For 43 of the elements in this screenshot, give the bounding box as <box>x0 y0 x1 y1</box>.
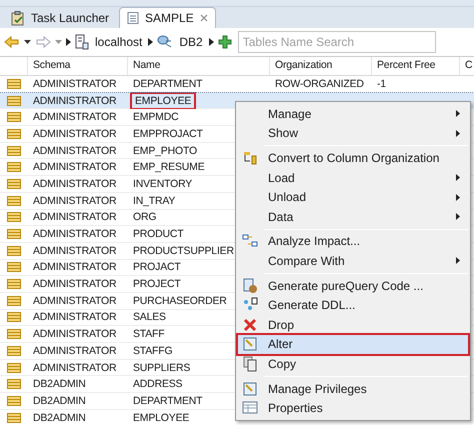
table-cell: DB2ADMIN <box>33 410 86 425</box>
table-cell: EMPPROJACT <box>133 126 203 141</box>
table-cell: ADMINISTRATOR <box>33 76 116 91</box>
table-cell: ADMINISTRATOR <box>33 260 116 274</box>
table-cell: ADDRESS <box>133 377 182 392</box>
table-cell: ADMINISTRATOR <box>33 244 116 258</box>
table-cell: EMPLOYEE <box>133 410 190 425</box>
table-cell: ROW-ORGANIZED <box>275 76 364 91</box>
table-cell: PRODUCTSUPPLIER <box>133 244 234 258</box>
table-cell: PROJACT <box>133 260 181 274</box>
table-cell: ADMINISTRATOR <box>33 194 116 208</box>
table-cell: ADMINISTRATOR <box>33 294 116 308</box>
table-cell: STAFF <box>133 327 164 342</box>
table-cell: ADMINISTRATOR <box>33 344 116 358</box>
table-cell: ADMINISTRATOR <box>33 327 116 342</box>
table-cell: ADMINISTRATOR <box>33 144 116 158</box>
table-cell: ADMINISTRATOR <box>33 126 116 141</box>
table-cell: ORG <box>133 210 156 224</box>
table-cell: ADMINISTRATOR <box>33 210 116 224</box>
table-cell: PURCHASEORDER <box>133 294 227 308</box>
table-cell: EMP_RESUME <box>133 160 205 174</box>
table-cell: ADMINISTRATOR <box>33 176 116 191</box>
table-cell: ADMINISTRATOR <box>33 360 116 375</box>
table-cell: ADMINISTRATOR <box>33 277 116 292</box>
table-cell: DEPARTMENT <box>133 394 202 408</box>
table-cell: PROJECT <box>133 277 181 292</box>
table-cell: ADMINISTRATOR <box>33 110 116 124</box>
table-cell: ADMINISTRATOR <box>33 227 116 242</box>
table-cell: IN_TRAY <box>133 194 176 208</box>
table-cell: EMP_PHOTO <box>133 144 197 158</box>
table-cell: PRODUCT <box>133 227 184 242</box>
table-cell: DB2ADMIN <box>33 377 86 392</box>
table-cell: SUPPLIERS <box>133 360 190 375</box>
table-cell: EMPMDC <box>133 110 178 124</box>
table-cell: ADMINISTRATOR <box>33 94 116 108</box>
table-cell: DB2ADMIN <box>33 394 86 408</box>
table-cell: DEPARTMENT <box>133 76 202 91</box>
table-cell: STAFFG <box>133 344 172 358</box>
table-cell: -1 <box>377 76 386 91</box>
table-cell: ADMINISTRATOR <box>33 310 116 324</box>
table-cell: SALES <box>133 310 166 324</box>
table-cell: ADMINISTRATOR <box>33 160 116 174</box>
table-cell: INVENTORY <box>133 176 192 191</box>
